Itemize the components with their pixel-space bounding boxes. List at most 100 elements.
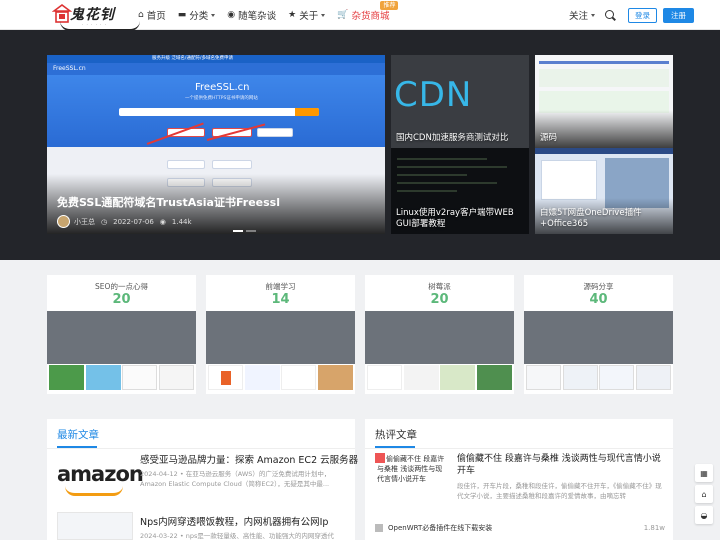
search-icon[interactable] bbox=[605, 9, 616, 21]
terminal-line bbox=[397, 166, 507, 168]
chevron-down-icon bbox=[211, 13, 216, 17]
qq-float-button[interactable]: ◒ bbox=[695, 506, 713, 524]
recommend-badge: 推荐 bbox=[380, 1, 399, 10]
hero-main-slide[interactable]: 服务升级 泛域名/通配符/多域名免费申请 FreeSSL.cn FreeSSL.… bbox=[47, 55, 385, 234]
article-title[interactable]: 感受亚马逊品牌力量：探索 Amazon EC2 云服务器 bbox=[140, 452, 358, 466]
amazon-logo-text: amazon bbox=[57, 462, 144, 486]
hero-tile-cdn[interactable]: CDN 国内CDN加速服务商测试对比 bbox=[391, 55, 529, 148]
nav-label: 杂货商城 bbox=[351, 11, 390, 22]
hot-featured-thumb[interactable]: 偷偷藏不住 段嘉许与桑椎 浅谈两性与现代言情小说开车 bbox=[375, 453, 445, 498]
hero-tile-v2ray[interactable]: Linux使用v2ray客户端带WEB GUI部署教程 bbox=[391, 148, 529, 234]
category-thumb[interactable] bbox=[122, 365, 158, 390]
category-thumb[interactable] bbox=[562, 365, 598, 390]
tile-caption: Linux使用v2ray客户端带WEB GUI部署教程 bbox=[396, 208, 514, 229]
screenshot-navbar bbox=[47, 63, 385, 75]
category-thumb[interactable] bbox=[85, 365, 121, 390]
register-button[interactable]: 注册 bbox=[663, 7, 694, 23]
category-card-source[interactable]: 源码分享 40 bbox=[524, 275, 673, 394]
slide-dot[interactable] bbox=[233, 230, 243, 232]
hot-featured-title[interactable]: 偷偷藏不住 段嘉许与桑椎 浅谈两性与现代言情小说开车 bbox=[457, 453, 667, 477]
slide-dot[interactable] bbox=[246, 230, 256, 232]
category-thumb[interactable] bbox=[440, 365, 476, 390]
slide-title[interactable]: 免费SSL通配符域名TrustAsia证书Freessl bbox=[57, 194, 280, 210]
category-thumb[interactable] bbox=[49, 365, 84, 390]
hot-list-item[interactable]: OpenWRT必备插件在线下载安装 1.81w bbox=[375, 523, 665, 533]
terminal-line bbox=[397, 174, 467, 176]
category-name: 前端学习 bbox=[265, 282, 296, 291]
qr-code-button[interactable]: ▦ bbox=[695, 464, 713, 482]
category-thumbs bbox=[526, 365, 671, 391]
category-thumb[interactable] bbox=[526, 365, 561, 390]
chevron-down-icon bbox=[591, 13, 595, 17]
nav-label: 随笔杂谈 bbox=[238, 11, 277, 22]
hero-tile-source[interactable]: 源码 bbox=[535, 55, 673, 148]
home-float-button[interactable]: ⌂ bbox=[695, 485, 713, 503]
screenshot-banner-tagline: 一个提供免费HTTPS证书申请的网站 bbox=[185, 96, 258, 101]
tile-caption: 国内CDN加速服务商测试对比 bbox=[396, 133, 509, 143]
screenshot-site-name: FreeSSL.cn bbox=[53, 65, 86, 72]
category-thumb[interactable] bbox=[208, 365, 243, 390]
slide-pagination bbox=[233, 230, 259, 232]
terminal-line bbox=[397, 190, 457, 192]
nav-item-home[interactable]: ⌂ 首页 bbox=[138, 8, 166, 22]
nav-label: 分类 bbox=[189, 11, 209, 22]
category-thumb[interactable] bbox=[635, 365, 671, 390]
eye-icon: ◉ bbox=[159, 217, 166, 226]
follow-dropdown[interactable]: 关注 bbox=[569, 8, 595, 22]
category-thumb[interactable] bbox=[476, 365, 512, 390]
nav-item-category[interactable]: ▬ 分类 bbox=[178, 8, 216, 22]
cdn-logo-text: CDN bbox=[394, 75, 473, 115]
article-title[interactable]: Nps内网穿透喂饭教程，内网机器拥有公网Ip bbox=[140, 514, 328, 528]
category-card-frontend[interactable]: 前端学习 14 bbox=[206, 275, 355, 394]
category-thumb[interactable] bbox=[244, 365, 280, 390]
slide-author[interactable]: 小王总 bbox=[74, 217, 95, 227]
chevron-down-icon bbox=[321, 13, 326, 17]
category-card-seo[interactable]: SEO的一点心得 20 bbox=[47, 275, 196, 394]
header-actions: 关注 登录 注册 bbox=[569, 0, 694, 30]
nav-item-essays[interactable]: ◉ 随笔杂谈 bbox=[227, 8, 276, 22]
nav-label: 关于 bbox=[299, 11, 319, 22]
category-thumb[interactable] bbox=[317, 365, 353, 390]
category-count: 20 bbox=[112, 292, 131, 307]
category-thumbs bbox=[367, 365, 512, 391]
hot-list-title: OpenWRT必备插件在线下载安装 bbox=[388, 524, 493, 532]
amazon-smile-icon bbox=[65, 486, 123, 496]
tile-caption: 白嫖5T网盘OneDrive插件+Office365 bbox=[540, 208, 642, 229]
login-button[interactable]: 登录 bbox=[628, 7, 657, 23]
rank-badge bbox=[375, 524, 383, 532]
cart-icon: 🛒 bbox=[337, 10, 349, 20]
main-nav: ⌂ 首页 ▬ 分类 ◉ 随笔杂谈 ★ 关于 🛒 杂货商城 推荐 bbox=[138, 0, 401, 30]
article-meta: 2024-03-22 • nps是一款轻量级、高性能、功能强大的内网穿透代 bbox=[140, 532, 334, 540]
avatar[interactable] bbox=[57, 215, 70, 228]
clock-icon: ◷ bbox=[101, 217, 108, 226]
home-icon: ⌂ bbox=[701, 489, 707, 499]
category-thumbs bbox=[208, 365, 353, 391]
slide-date: 2022-07-06 bbox=[113, 217, 154, 226]
category-name: 树莓派 bbox=[428, 282, 451, 291]
screenshot-banner-title: FreeSSL.cn bbox=[195, 82, 250, 93]
hot-list-views: 1.81w bbox=[643, 524, 665, 532]
category-thumb[interactable] bbox=[403, 365, 439, 390]
category-thumb[interactable] bbox=[367, 365, 402, 390]
category-card-raspberry[interactable]: 树莓派 20 bbox=[365, 275, 514, 394]
hero-section: 服务升级 泛域名/通配符/多域名免费申请 FreeSSL.cn FreeSSL.… bbox=[0, 30, 720, 260]
category-thumb[interactable] bbox=[158, 365, 194, 390]
nav-label: 首页 bbox=[146, 11, 166, 22]
category-banner bbox=[206, 311, 355, 364]
article-thumb-amazon[interactable]: amazon bbox=[57, 462, 144, 500]
hero-tile-onedrive[interactable]: 白嫖5T网盘OneDrive插件+Office365 bbox=[535, 148, 673, 234]
slide-meta: 小王总 ◷ 2022-07-06 ◉ 1.44k bbox=[57, 215, 198, 228]
nav-item-about[interactable]: ★ 关于 bbox=[288, 8, 326, 22]
nav-item-shop[interactable]: 🛒 杂货商城 推荐 bbox=[337, 1, 399, 22]
category-thumb[interactable] bbox=[599, 365, 635, 390]
terminal-line bbox=[397, 182, 497, 184]
category-thumbs bbox=[49, 365, 194, 391]
hot-thumb-text: 偷偷藏不住 段嘉许与桑椎 浅谈两性与现代言情小说开车 bbox=[377, 455, 445, 483]
hot-articles-panel: 热评文章 偷偷藏不住 段嘉许与桑椎 浅谈两性与现代言情小说开车 偷偷藏不住 段嘉… bbox=[365, 419, 673, 540]
site-logo[interactable]: 鬼花钊 · · · · · · bbox=[52, 1, 140, 31]
folder-icon: ▬ bbox=[177, 10, 187, 20]
tile-caption: 源码 bbox=[540, 133, 558, 143]
screenshot-topbar-text: 服务升级 泛域名/通配符/多域名免费申请 bbox=[152, 56, 233, 61]
article-thumb[interactable] bbox=[57, 512, 133, 540]
category-thumb[interactable] bbox=[281, 365, 317, 390]
